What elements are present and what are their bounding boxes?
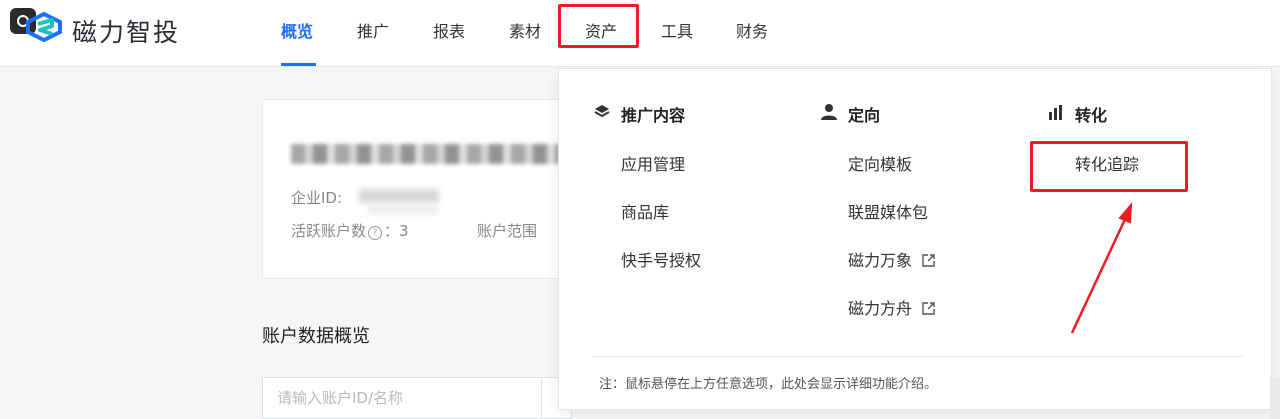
nav-reports[interactable]: 报表 xyxy=(433,18,465,42)
menu-item-conversion-tracking[interactable]: 转化追踪 xyxy=(1075,151,1139,175)
hover-hint-note: 注：鼠标悬停在上方任意选项，此处会显示详细功能介绍。 xyxy=(599,377,938,392)
column-title: 推广内容 xyxy=(621,106,686,125)
external-link-icon xyxy=(922,302,935,315)
enterprise-id-label: 企业ID: xyxy=(291,189,343,207)
column-head-conversion: 转化 xyxy=(1049,102,1108,126)
redacted-account-name xyxy=(291,144,561,164)
menu-item-product-library[interactable]: 商品库 xyxy=(621,199,669,223)
menu-item-kuaishou-auth[interactable]: 快手号授权 xyxy=(621,247,701,271)
menu-item-alliance-media-pack[interactable]: 联盟媒体包 xyxy=(848,199,928,223)
menu-item-cili-fangzhou[interactable]: 磁力方舟 xyxy=(848,295,935,319)
active-accounts-label: 活跃账户数 xyxy=(291,222,367,240)
column-title: 转化 xyxy=(1075,106,1108,125)
column-head-targeting: 定向 xyxy=(821,102,881,126)
nav-finance[interactable]: 财务 xyxy=(736,18,768,42)
assets-dropdown-menu: 推广内容 应用管理 商品库 快手号授权 定向 定向模板 联盟媒体包 磁力万象 磁… xyxy=(558,68,1272,410)
menu-item-app-management[interactable]: 应用管理 xyxy=(621,151,685,175)
redacted-text xyxy=(368,206,438,214)
divider xyxy=(591,356,1243,357)
nav-assets[interactable]: 资产 xyxy=(585,18,617,42)
bar-chart-icon xyxy=(1049,105,1062,120)
account-search-input[interactable] xyxy=(262,377,542,419)
section-title: 账户数据概览 xyxy=(262,326,370,347)
menu-item-label: 磁力方舟 xyxy=(848,299,913,318)
account-scope-label: 账户范围 xyxy=(477,222,538,240)
nav-materials[interactable]: 素材 xyxy=(509,18,541,42)
active-tab-indicator xyxy=(281,63,316,66)
menu-item-label: 磁力万象 xyxy=(848,251,913,270)
column-title: 定向 xyxy=(848,106,881,125)
menu-item-cili-wanxiang[interactable]: 磁力万象 xyxy=(848,247,935,271)
logo-text: 磁力智投 xyxy=(72,18,181,47)
help-icon[interactable]: ? xyxy=(368,226,383,240)
nav-promotion[interactable]: 推广 xyxy=(357,18,389,42)
menu-item-targeting-template[interactable]: 定向模板 xyxy=(848,151,912,175)
redacted-enterprise-id xyxy=(359,189,439,203)
nav-tools[interactable]: 工具 xyxy=(661,18,693,42)
logo-icon xyxy=(26,12,62,42)
user-icon xyxy=(821,104,837,120)
active-accounts-row: 活跃账户数? ：3 xyxy=(291,220,409,241)
column-head-promo-content: 推广内容 xyxy=(594,102,686,126)
nav-overview[interactable]: 概览 xyxy=(281,18,313,42)
page-edge xyxy=(1270,378,1280,419)
account-info-card: 企业ID: 活跃账户数? ：3 账户范围 xyxy=(262,99,582,279)
layers-icon xyxy=(594,105,610,118)
active-accounts-value: ：3 xyxy=(384,222,409,240)
external-link-icon xyxy=(922,254,935,267)
top-navigation-bar: 磁力智投 概览 推广 报表 素材 资产 工具 财务 xyxy=(0,0,1280,67)
